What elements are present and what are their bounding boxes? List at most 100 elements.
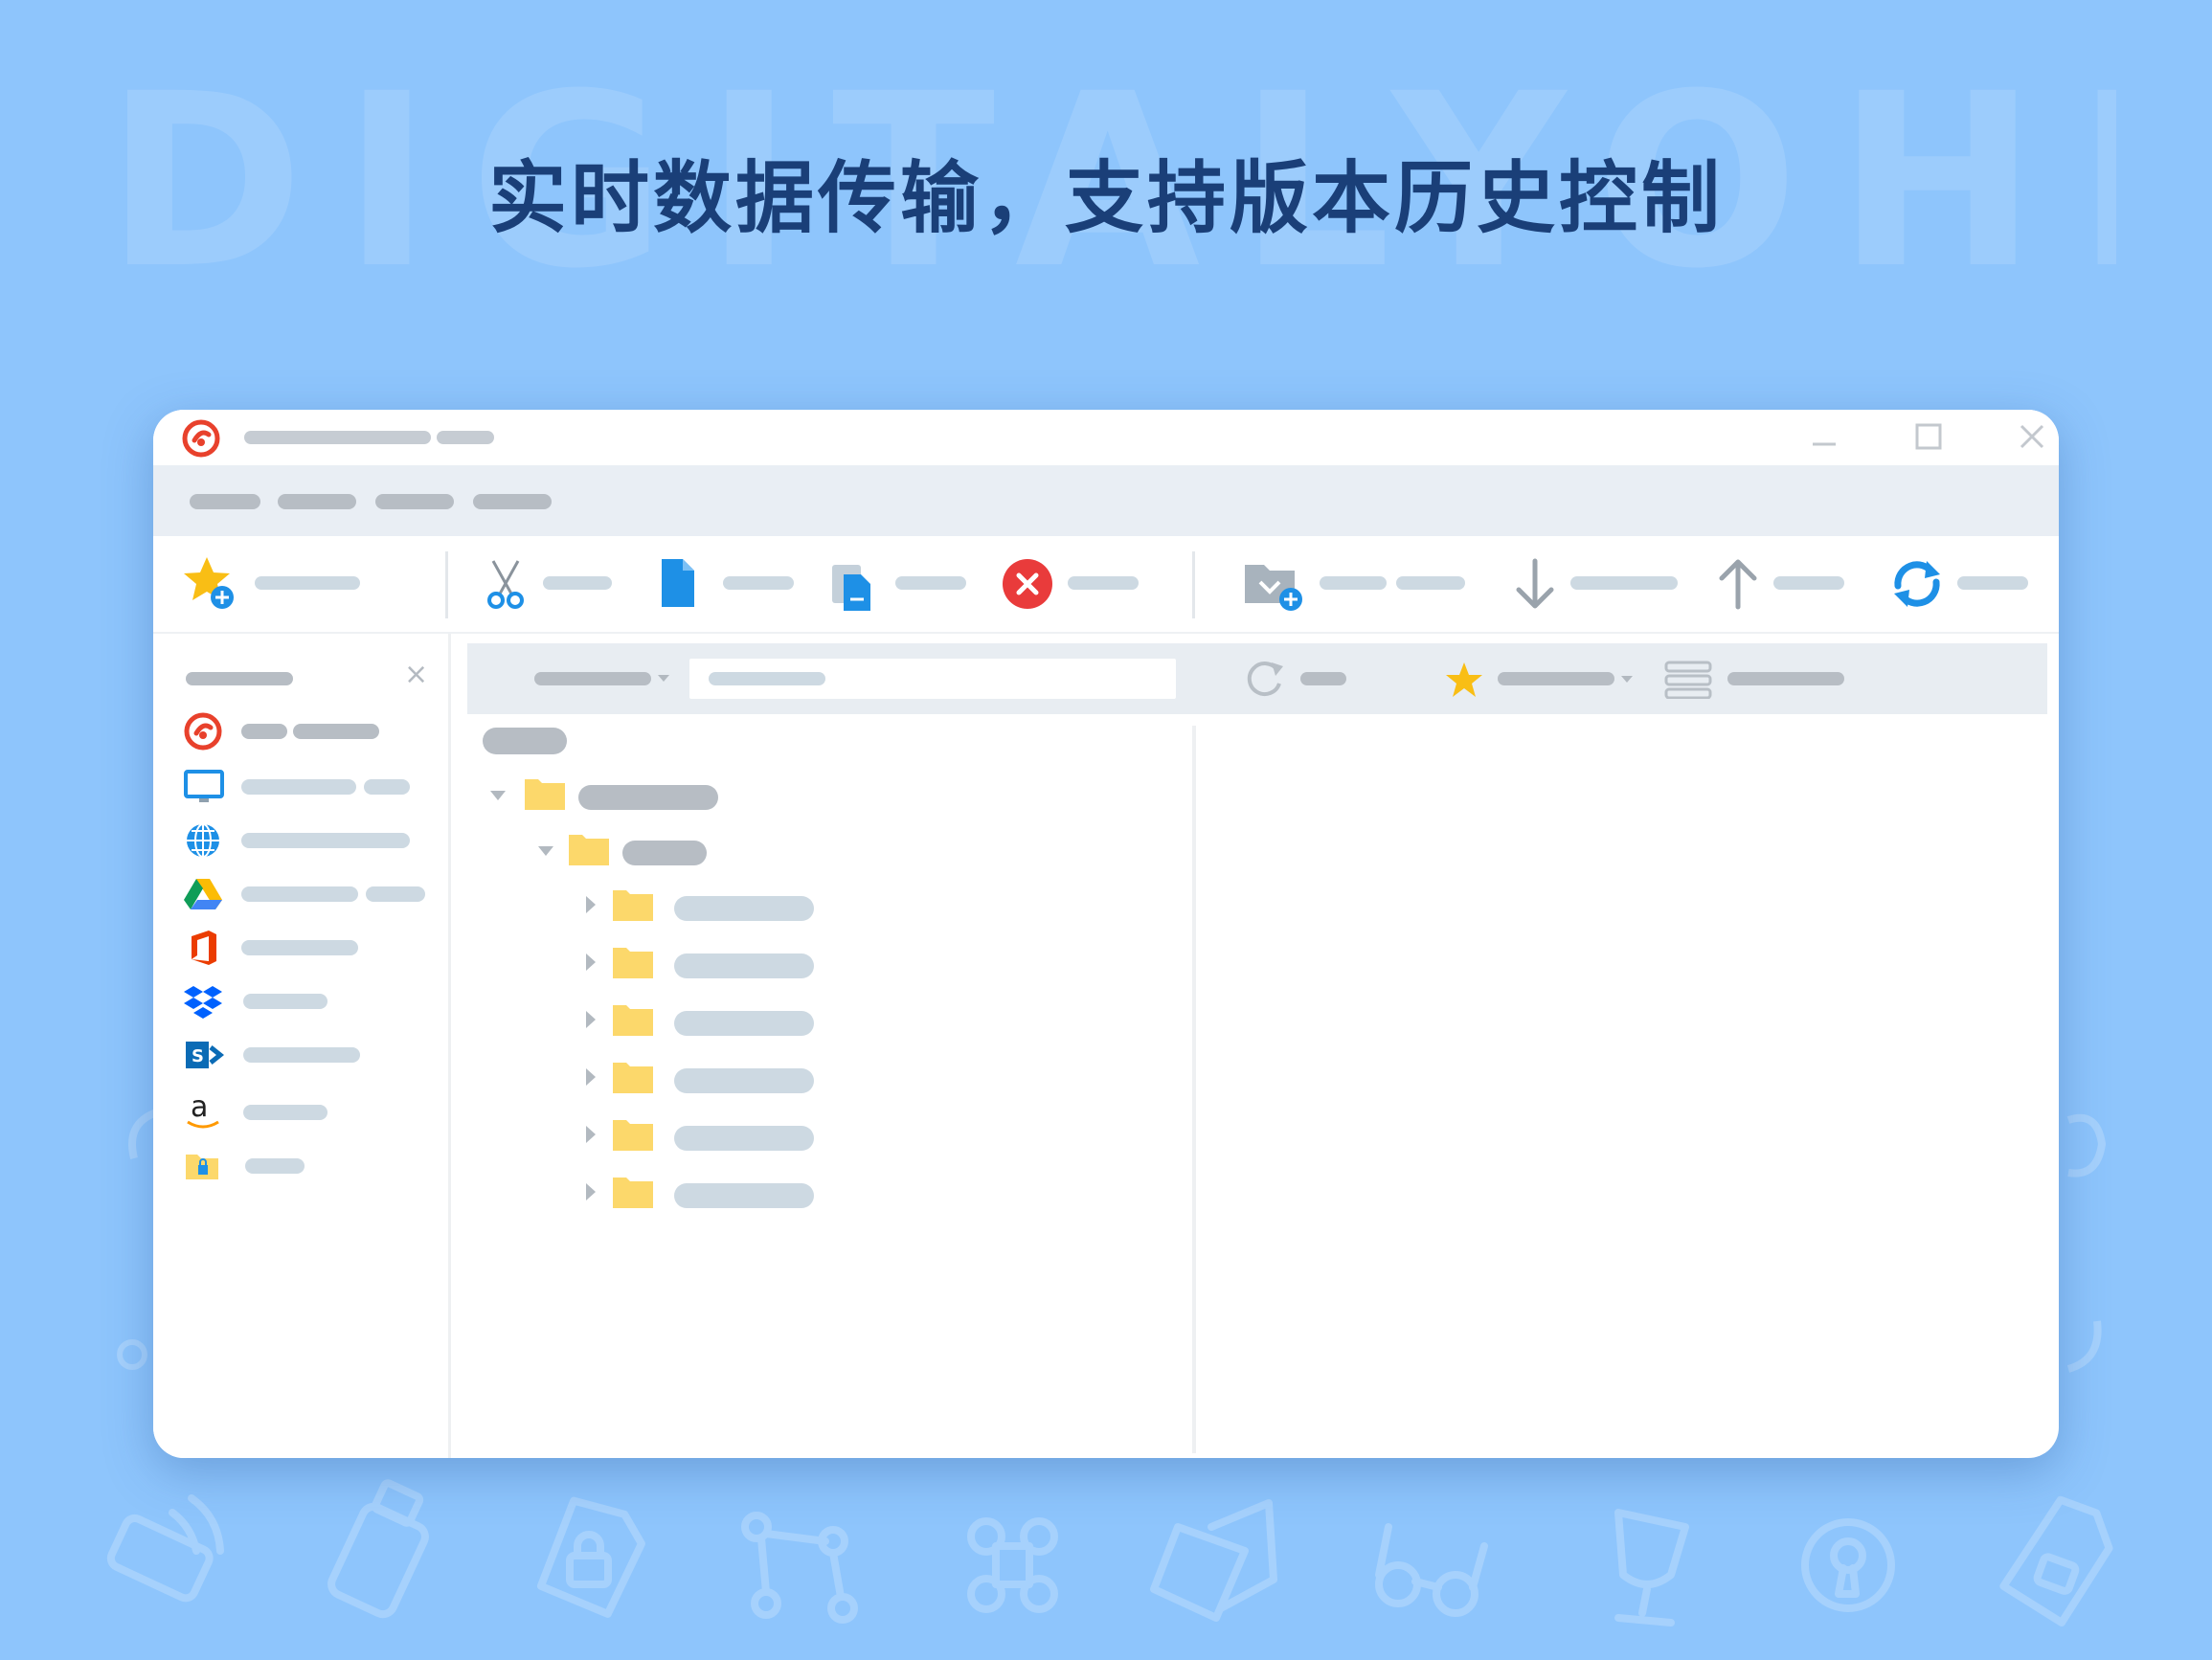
tree-node-label xyxy=(674,1126,814,1151)
tree-node-label xyxy=(674,953,814,978)
expand-arrow-icon[interactable] xyxy=(488,789,508,802)
sidebar-item-dropbox[interactable] xyxy=(184,980,433,1022)
favorites-dropdown[interactable] xyxy=(1444,657,1636,701)
new-folder-button[interactable] xyxy=(1243,553,1473,615)
usb-drive-icon xyxy=(327,1479,429,1619)
star-icon xyxy=(1446,662,1482,697)
chevron-down-icon xyxy=(658,675,669,682)
content-pane-divider[interactable] xyxy=(1192,726,1196,1453)
refresh-label xyxy=(1300,672,1346,685)
download-button[interactable] xyxy=(1513,553,1695,615)
paste-icon xyxy=(832,565,870,611)
copy-button[interactable] xyxy=(656,553,809,615)
copy-icon xyxy=(662,559,694,607)
sidebar-item-network[interactable] xyxy=(184,819,433,862)
path-input[interactable] xyxy=(689,659,1176,699)
sync-label xyxy=(1957,576,2028,590)
tree-node-level3[interactable] xyxy=(584,885,967,927)
sidebar-item-office[interactable] xyxy=(184,927,433,969)
window-title xyxy=(244,431,431,444)
decorative-icon-row xyxy=(106,1479,2113,1626)
folder-tree xyxy=(469,726,967,1453)
tree-node-level3[interactable] xyxy=(584,1114,967,1156)
decorative-ring-icon xyxy=(117,1339,147,1370)
sidebar-item-sharepoint[interactable]: S xyxy=(184,1034,433,1076)
office-icon xyxy=(192,931,216,965)
sidebar-item-google-drive[interactable] xyxy=(184,873,442,915)
collapse-arrow-icon[interactable] xyxy=(584,1124,598,1145)
globe-icon xyxy=(187,823,219,858)
app-logo-icon xyxy=(184,712,222,751)
menu-item-edit[interactable] xyxy=(278,494,356,509)
locked-folder-icon xyxy=(186,1155,218,1179)
sharepoint-icon: S xyxy=(186,1042,224,1068)
amazon-letter: a xyxy=(191,1090,208,1124)
sidebar-item-label xyxy=(245,1158,305,1174)
collapse-arrow-icon[interactable] xyxy=(584,952,598,973)
title-bar xyxy=(153,410,2059,465)
toolbar-separator xyxy=(1192,551,1195,618)
tree-node-label xyxy=(674,1011,814,1036)
tree-node-level3[interactable] xyxy=(584,942,967,984)
menu-item-help[interactable] xyxy=(473,494,552,509)
tree-node-level1[interactable] xyxy=(488,774,871,816)
paste-button[interactable] xyxy=(828,553,982,615)
delete-icon xyxy=(1003,559,1052,609)
sidebar-close-button[interactable]: × xyxy=(404,661,428,689)
sidebar-item-app[interactable] xyxy=(184,710,433,752)
sidebar-item-label xyxy=(241,940,358,955)
collapse-arrow-icon[interactable] xyxy=(584,1181,598,1202)
add-favorite-button[interactable] xyxy=(182,553,402,615)
sidebar-item-secure-folder[interactable] xyxy=(184,1145,433,1187)
tree-node-level3[interactable] xyxy=(584,1057,967,1099)
sidebar: × S a xyxy=(153,634,451,1458)
maximize-icon[interactable] xyxy=(1913,421,1944,452)
sidebar-item-label xyxy=(241,724,287,739)
cut-icon xyxy=(487,560,524,609)
tree-node-level2[interactable] xyxy=(536,829,919,871)
sync-icon xyxy=(1894,561,1940,607)
location-dropdown[interactable] xyxy=(534,664,678,693)
view-mode-button[interactable] xyxy=(1664,657,1856,701)
sidebar-item-label xyxy=(243,1047,360,1063)
collapse-arrow-icon[interactable] xyxy=(584,894,598,915)
tree-node-label xyxy=(674,1068,814,1093)
upload-icon xyxy=(1719,559,1757,610)
collapse-arrow-icon[interactable] xyxy=(584,1066,598,1088)
location-dropdown-label xyxy=(534,672,651,685)
toolbar-separator xyxy=(445,551,448,618)
sidebar-item-label xyxy=(364,779,410,795)
new-folder-label xyxy=(1320,576,1387,590)
upload-button[interactable] xyxy=(1716,553,1860,615)
dropbox-icon xyxy=(184,986,222,1019)
sidebar-item-label xyxy=(293,724,379,739)
locked-file-icon xyxy=(536,1496,645,1618)
collapse-arrow-icon[interactable] xyxy=(584,1009,598,1030)
menu-item-view[interactable] xyxy=(375,494,454,509)
minimize-icon[interactable] xyxy=(1810,423,1839,452)
delete-button[interactable] xyxy=(1001,553,1154,615)
cut-button[interactable] xyxy=(484,553,627,615)
amazon-icon: a xyxy=(187,1090,219,1129)
sync-button[interactable] xyxy=(1888,553,2032,615)
refresh-icon xyxy=(1247,662,1283,697)
copy-label xyxy=(723,576,794,590)
close-icon[interactable] xyxy=(2017,421,2047,452)
headline: 实时数据传输，支持版本历史控制 xyxy=(487,153,1724,244)
tree-node-level3[interactable] xyxy=(584,1172,967,1214)
expand-arrow-icon[interactable] xyxy=(536,844,555,858)
computer-icon xyxy=(184,770,224,802)
vector-nodes-icon xyxy=(741,1512,858,1624)
sidebar-item-computer[interactable] xyxy=(184,766,433,808)
refresh-button[interactable] xyxy=(1243,657,1358,701)
menu-item-file[interactable] xyxy=(190,494,260,509)
sidebar-item-label xyxy=(243,994,327,1009)
list-view-icon xyxy=(1664,661,1712,699)
tree-node-label xyxy=(578,785,718,810)
sidebar-item-amazon[interactable]: a xyxy=(184,1088,433,1135)
google-drive-icon xyxy=(184,879,222,909)
folder-icon xyxy=(613,1063,653,1093)
folder-icon xyxy=(613,890,653,921)
tree-node-level3[interactable] xyxy=(584,999,967,1042)
new-folder-label-2 xyxy=(1396,576,1465,590)
